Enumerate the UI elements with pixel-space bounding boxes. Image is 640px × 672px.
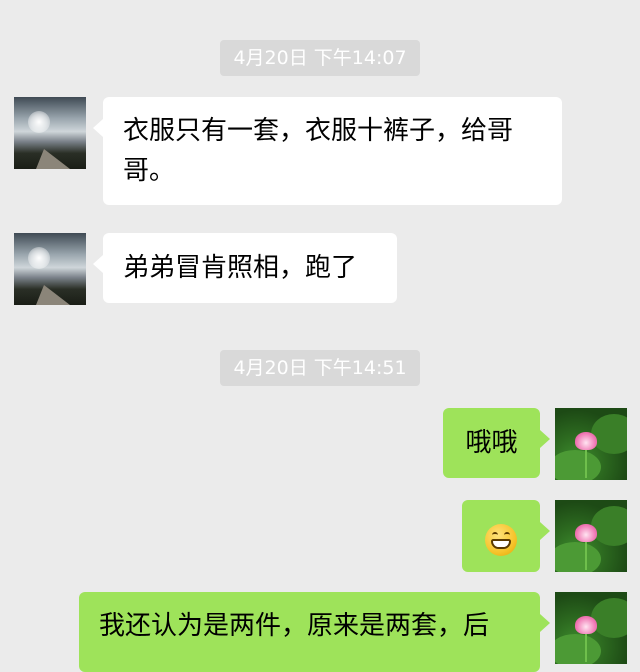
timestamp: 4月20日 下午14:51 [220, 350, 420, 386]
user-avatar[interactable] [555, 592, 627, 664]
timestamp: 4月20日 下午14:07 [220, 40, 420, 76]
outgoing-message-bubble[interactable]: 哦哦 [443, 408, 550, 478]
outgoing-message-bubble[interactable] [462, 500, 550, 572]
incoming-message-bubble[interactable]: 衣服只有一套，衣服十裤子，给哥哥。 [93, 97, 562, 205]
contact-avatar[interactable] [14, 97, 86, 169]
message-text: 我还认为是两件，原来是两套，后 [99, 611, 490, 641]
grinning-face-emoji-icon [485, 523, 517, 556]
user-avatar[interactable] [555, 500, 627, 572]
user-avatar[interactable] [555, 408, 627, 480]
message-text: 弟弟冒肯照相，跑了 [123, 253, 358, 283]
outgoing-message-bubble[interactable]: 我还认为是两件，原来是两套，后 [79, 592, 550, 672]
incoming-message-bubble[interactable]: 弟弟冒肯照相，跑了 [93, 233, 397, 303]
message-text: 衣服只有一套，衣服十裤子，给哥哥。 [123, 116, 514, 186]
message-text: 哦哦 [465, 428, 518, 458]
contact-avatar[interactable] [14, 233, 86, 305]
